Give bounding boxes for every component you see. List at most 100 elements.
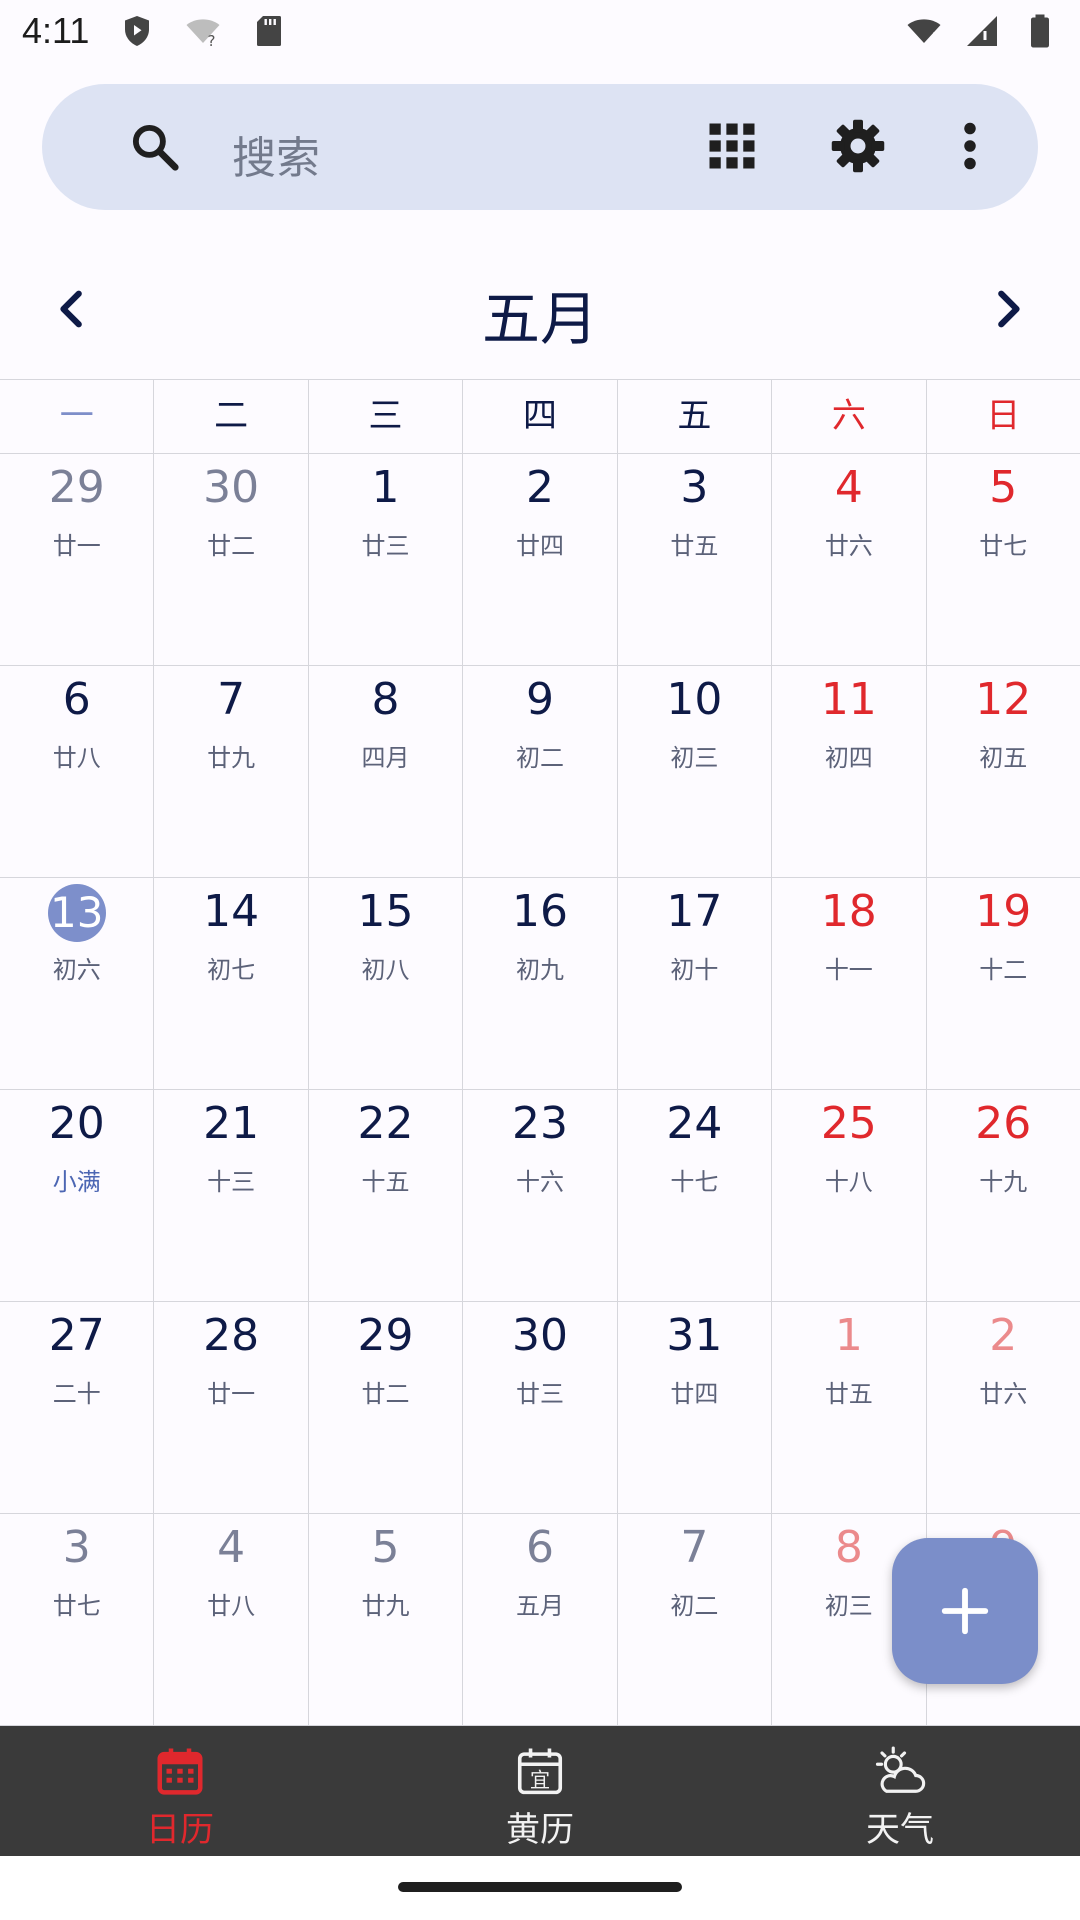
day-cell[interactable]: 6 五月 xyxy=(463,1514,618,1725)
status-bar: 4:11 ? xyxy=(0,0,1080,62)
day-cell[interactable]: 25 十八 xyxy=(772,1090,927,1301)
apps-grid-icon[interactable] xyxy=(702,116,762,176)
day-number: 23 xyxy=(511,1098,568,1149)
day-number: 5 xyxy=(371,1522,400,1573)
more-vertical-icon[interactable] xyxy=(940,116,1000,176)
day-cell[interactable]: 2 廿六 xyxy=(927,1302,1080,1513)
day-cell[interactable]: 18 十一 xyxy=(772,878,927,1089)
day-cell[interactable]: 1 廿三 xyxy=(309,454,464,665)
day-cell[interactable]: 7 初二 xyxy=(618,1514,773,1725)
day-cell[interactable]: 29 廿一 xyxy=(0,454,155,665)
nav-item-weather[interactable]: 天气 xyxy=(720,1726,1080,1856)
weekday-label: 三 xyxy=(309,380,464,453)
day-number: 3 xyxy=(62,1522,91,1573)
day-cell[interactable]: 14 初七 xyxy=(154,878,309,1089)
day-cell[interactable]: 22 十五 xyxy=(309,1090,464,1301)
month-header: 五月 xyxy=(0,250,1080,366)
day-number: 26 xyxy=(975,1098,1032,1149)
lunar-date: 廿七 xyxy=(979,532,1028,560)
day-cell[interactable]: 6 廿八 xyxy=(0,666,155,877)
day-cell[interactable]: 23 十六 xyxy=(463,1090,618,1301)
search-bar[interactable]: 搜索 xyxy=(42,84,1038,210)
lunar-date: 四月 xyxy=(361,744,410,772)
day-cell[interactable]: 17 初十 xyxy=(618,878,773,1089)
nav-item-calendar[interactable]: 日历 xyxy=(0,1726,360,1856)
day-number: 2 xyxy=(989,1310,1018,1361)
week-row: 20 小满 21 十三 22 十五 23 十六 24 十七 25 十八 26 十… xyxy=(0,1090,1080,1302)
add-event-button[interactable] xyxy=(892,1538,1038,1684)
calendar-icon xyxy=(157,1748,203,1795)
day-cell[interactable]: 31 廿四 xyxy=(618,1302,773,1513)
weekday-label: 五 xyxy=(618,380,773,453)
day-cell[interactable]: 3 廿五 xyxy=(618,454,773,665)
day-cell[interactable]: 5 廿九 xyxy=(309,1514,464,1725)
weekday-label: 二 xyxy=(154,380,309,453)
day-cell[interactable]: 9 初二 xyxy=(463,666,618,877)
day-cell[interactable]: 7 廿九 xyxy=(154,666,309,877)
weekday-label: 一 xyxy=(0,380,155,453)
day-cell[interactable]: 10 初三 xyxy=(618,666,773,877)
day-cell[interactable]: 20 小满 xyxy=(0,1090,155,1301)
search-input[interactable]: 搜索 xyxy=(232,122,320,186)
day-cell[interactable]: 1 廿五 xyxy=(772,1302,927,1513)
day-cell[interactable]: 28 廿一 xyxy=(154,1302,309,1513)
day-number: 6 xyxy=(62,674,91,725)
day-number: 14 xyxy=(203,886,260,937)
lunar-date: 十八 xyxy=(824,1168,873,1196)
day-cell[interactable]: 19 十二 xyxy=(927,878,1080,1089)
lunar-date: 初二 xyxy=(670,1592,719,1620)
day-number: 1 xyxy=(834,1310,863,1361)
day-number: 15 xyxy=(357,886,414,937)
lunar-date: 廿二 xyxy=(207,532,256,560)
day-number: 22 xyxy=(357,1098,414,1149)
day-cell[interactable]: 30 廿二 xyxy=(154,454,309,665)
day-number: 4 xyxy=(217,1522,246,1573)
lunar-date: 初五 xyxy=(979,744,1028,772)
day-cell[interactable]: 4 廿六 xyxy=(772,454,927,665)
week-row: 13 初六 14 初七 15 初八 16 初九 17 初十 18 十一 19 十… xyxy=(0,878,1080,1090)
month-title[interactable]: 五月 xyxy=(0,272,1080,356)
lunar-date: 廿三 xyxy=(515,1380,564,1408)
day-cell[interactable]: 29 廿二 xyxy=(309,1302,464,1513)
day-number: 1 xyxy=(371,462,400,513)
day-cell[interactable]: 11 初四 xyxy=(772,666,927,877)
settings-gear-icon[interactable] xyxy=(828,116,888,176)
day-cell[interactable]: 16 初九 xyxy=(463,878,618,1089)
weekday-label: 四 xyxy=(463,380,618,453)
status-icons-right xyxy=(906,13,1058,49)
day-number: 21 xyxy=(203,1098,260,1149)
day-number: 11 xyxy=(820,674,877,725)
lunar-date: 廿五 xyxy=(670,532,719,560)
lunar-date: 初二 xyxy=(515,744,564,772)
svg-text:宜: 宜 xyxy=(530,1768,550,1792)
lunar-date: 初三 xyxy=(670,744,719,772)
search-icon[interactable] xyxy=(128,120,182,174)
lunar-date: 五月 xyxy=(515,1592,564,1620)
home-gesture-handle[interactable] xyxy=(398,1882,682,1892)
day-cell[interactable]: 8 四月 xyxy=(309,666,464,877)
lunar-date: 廿二 xyxy=(361,1380,410,1408)
day-cell[interactable]: 26 十九 xyxy=(927,1090,1080,1301)
nav-item-almanac[interactable]: 宜 黄历 xyxy=(360,1726,720,1856)
day-cell[interactable]: 15 初八 xyxy=(309,878,464,1089)
day-cell[interactable]: 27 二十 xyxy=(0,1302,155,1513)
next-month-chevron-icon[interactable] xyxy=(984,286,1030,332)
day-cell[interactable]: 4 廿八 xyxy=(154,1514,309,1725)
lunar-date: 十五 xyxy=(361,1168,410,1196)
day-cell[interactable]: 12 初五 xyxy=(927,666,1080,877)
lunar-date: 廿一 xyxy=(207,1380,256,1408)
day-cell[interactable]: 2 廿四 xyxy=(463,454,618,665)
solar-term-label: 小满 xyxy=(52,1168,101,1196)
weekday-header-row: 一 二 三 四 五 六 日 xyxy=(0,379,1080,454)
signal-icon xyxy=(967,16,997,46)
day-cell[interactable]: 3 廿七 xyxy=(0,1514,155,1725)
day-cell[interactable]: 21 十三 xyxy=(154,1090,309,1301)
nav-label: 黄历 xyxy=(506,1810,574,1850)
day-cell[interactable]: 30 廿三 xyxy=(463,1302,618,1513)
day-cell-today[interactable]: 13 初六 xyxy=(0,878,155,1089)
plus-icon xyxy=(941,1587,989,1635)
week-row: 29 廿一 30 廿二 1 廿三 2 廿四 3 廿五 4 廿六 5 廿七 xyxy=(0,454,1080,666)
day-cell[interactable]: 24 十七 xyxy=(618,1090,773,1301)
day-cell[interactable]: 5 廿七 xyxy=(927,454,1080,665)
lunar-date: 十六 xyxy=(515,1168,564,1196)
